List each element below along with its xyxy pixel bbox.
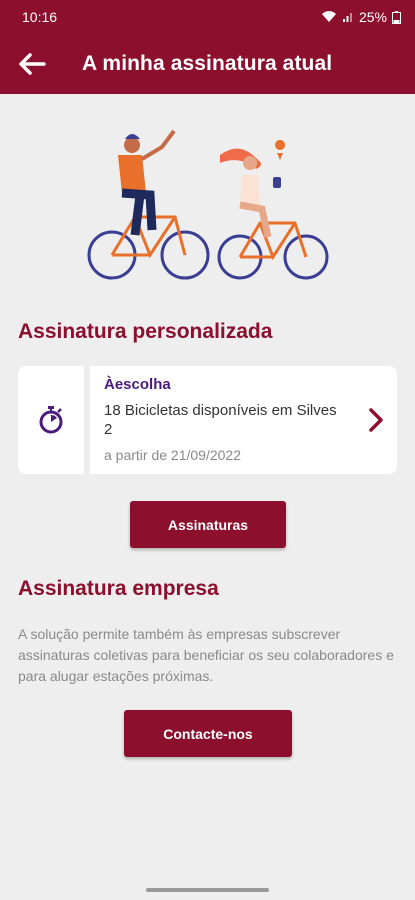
card-chevron: [355, 366, 397, 474]
status-time: 10:16: [22, 9, 58, 25]
cyclists-illustration: [87, 129, 329, 280]
card-icon-column: [18, 366, 84, 474]
arrow-left-icon: [19, 53, 46, 75]
wifi-icon: [321, 11, 336, 22]
chevron-right-icon: [369, 408, 383, 432]
status-icons: 25%: [321, 9, 401, 25]
battery-percent: 25%: [358, 9, 387, 25]
subscription-description: 18 Bicicletas disponíveis em Silves 2: [104, 402, 337, 438]
subscription-date: a partir de 21/09/2022: [104, 447, 241, 463]
contact-button[interactable]: Contacte-nos: [124, 710, 292, 757]
home-indicator[interactable]: [146, 888, 269, 892]
battery-icon: [392, 10, 401, 24]
signal-icon: [342, 13, 352, 22]
page-title: A minha assinatura atual: [82, 52, 333, 75]
stopwatch-icon: [39, 406, 63, 434]
personal-subscription-title: Assinatura personalizada: [18, 320, 273, 343]
subscription-name: Àescolha: [104, 376, 171, 393]
business-description: A solução permite também às empresas sub…: [18, 626, 394, 684]
app-bar: A minha assinatura atual: [0, 34, 415, 94]
business-subscription-title: Assinatura empresa: [18, 577, 219, 600]
subscriptions-button[interactable]: Assinaturas: [130, 501, 286, 548]
subscription-card[interactable]: Àescolha 18 Bicicletas disponíveis em Si…: [18, 366, 397, 474]
card-body: Àescolha 18 Bicicletas disponíveis em Si…: [90, 366, 355, 474]
back-button[interactable]: [2, 34, 62, 94]
status-bar: 10:16 25%: [0, 0, 415, 34]
